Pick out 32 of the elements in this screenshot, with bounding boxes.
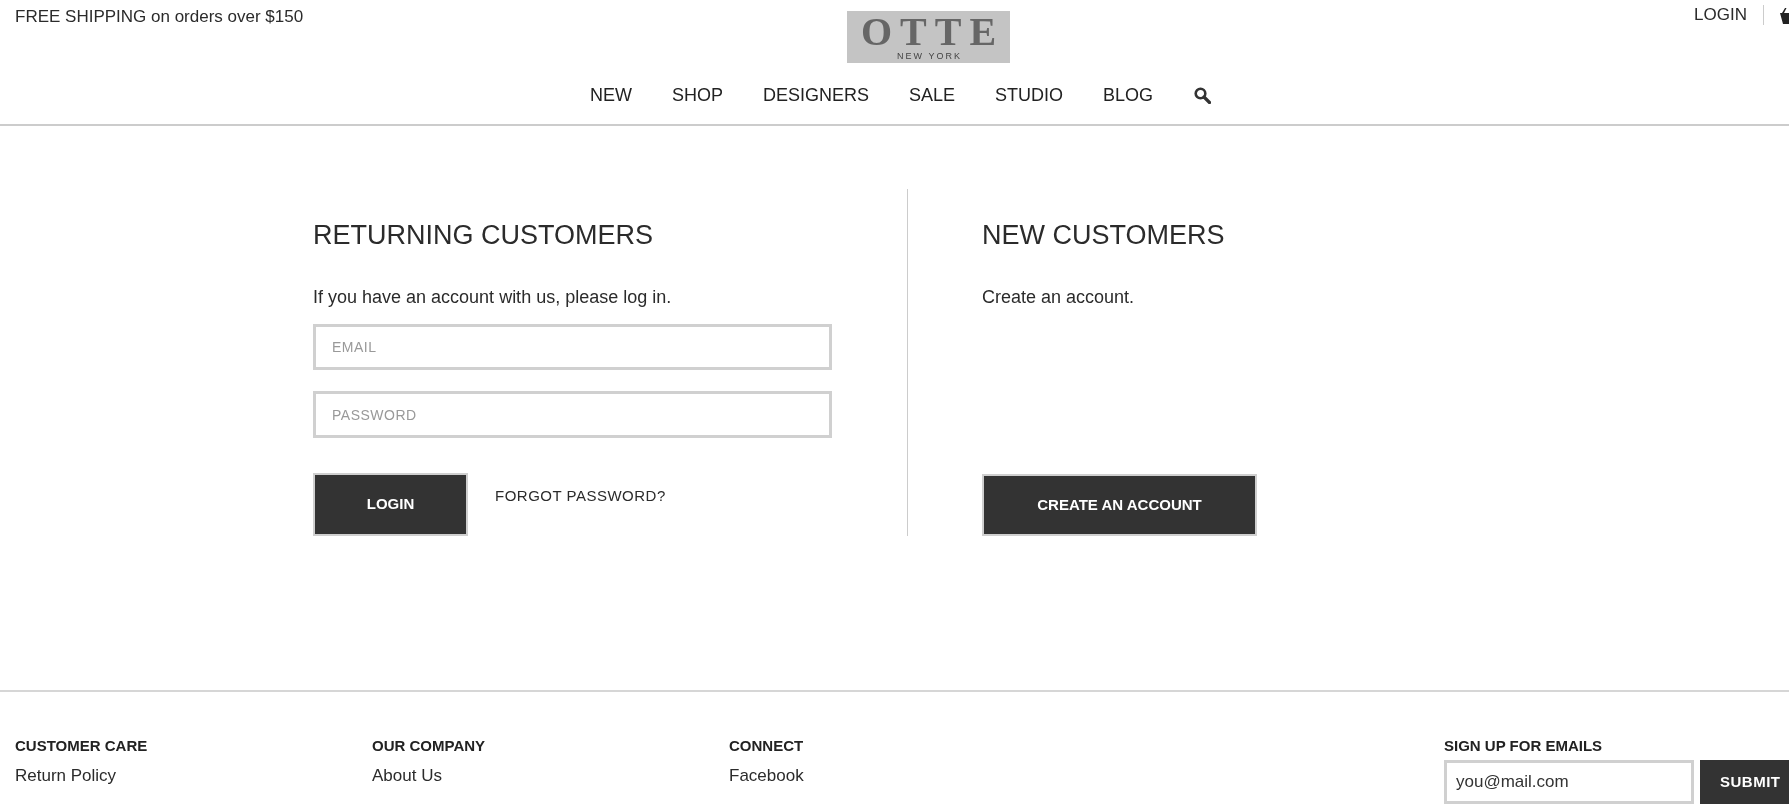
create-account-button[interactable]: CREATE AN ACCOUNT bbox=[982, 474, 1257, 536]
section-heading: RETURNING CUSTOMERS bbox=[313, 219, 655, 252]
footer-heading: CONNECT bbox=[729, 736, 804, 756]
section-heading: NEW CUSTOMERS bbox=[982, 219, 1226, 252]
newsletter-email-field[interactable]: you@mail.com bbox=[1444, 760, 1694, 804]
nav-link[interactable]: SALE bbox=[909, 83, 956, 107]
footer-heading: SIGN UP FOR EMAILS bbox=[1444, 736, 1603, 756]
forgot-password-link[interactable]: FORGOT PASSWORD? bbox=[495, 486, 666, 506]
promo-text: FREE SHIPPING on orders over $150 bbox=[15, 7, 304, 26]
nav-link[interactable]: SHOP bbox=[672, 83, 723, 107]
intro-text: Create an account. bbox=[982, 286, 1136, 309]
footer-heading: OUR COMPANY bbox=[372, 736, 486, 756]
login-button[interactable]: LOGIN bbox=[313, 473, 468, 536]
search-icon bbox=[1193, 86, 1211, 104]
login-email-field[interactable]: EMAIL bbox=[313, 324, 832, 370]
cart-icon[interactable] bbox=[1780, 8, 1789, 24]
footer-heading: CUSTOMER CARE bbox=[15, 736, 148, 756]
footer-link[interactable]: Facebook bbox=[729, 764, 804, 788]
intro-text: If you have an account with us, please log in. bbox=[313, 286, 673, 309]
nav-link[interactable]: BLOG bbox=[1103, 83, 1154, 107]
nav-link[interactable]: DESIGNERS bbox=[763, 83, 870, 107]
search-button[interactable] bbox=[1193, 86, 1212, 104]
nav-link[interactable]: STUDIO bbox=[995, 83, 1064, 107]
login-password-field[interactable]: PASSWORD bbox=[313, 391, 832, 438]
submit-button[interactable]: SUBMIT bbox=[1700, 760, 1789, 804]
footer-link[interactable]: About Us bbox=[372, 764, 442, 788]
login-link[interactable]: LOGIN bbox=[1694, 5, 1747, 25]
logo[interactable]: OTTE NEW YORK bbox=[847, 11, 1010, 63]
logo-subtitle: NEW YORK bbox=[896, 51, 962, 61]
nav-link[interactable]: NEW bbox=[590, 83, 632, 107]
logo-wordmark: OTTE bbox=[859, 13, 1005, 51]
footer-link[interactable]: Return Policy bbox=[15, 764, 117, 788]
